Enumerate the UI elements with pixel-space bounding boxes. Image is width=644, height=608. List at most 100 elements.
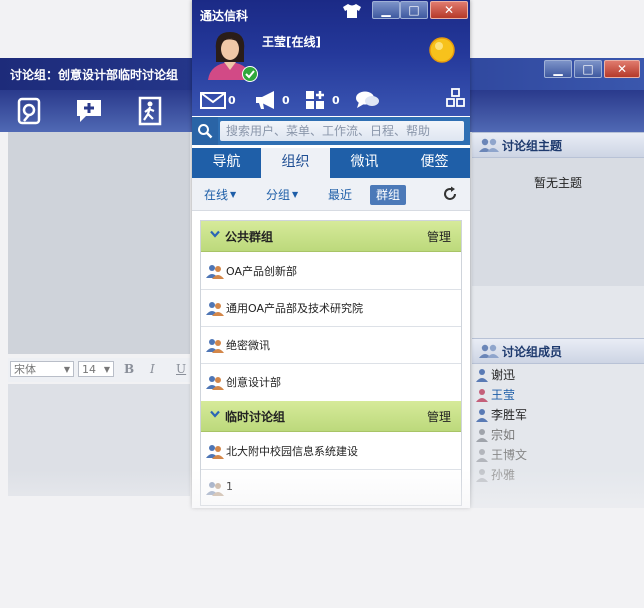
- close-button[interactable]: ✕: [604, 60, 640, 78]
- close-icon: ✕: [443, 3, 455, 17]
- tab-organization[interactable]: 组织: [261, 148, 330, 178]
- member-item[interactable]: 王莹: [476, 386, 515, 406]
- main-header: 通达信科 ▁ □ ✕ 王莹[在线] 0 0 0: [192, 0, 470, 116]
- offline-user-icon: [476, 449, 488, 462]
- search-input[interactable]: [220, 121, 464, 141]
- member-name: 宗如: [491, 428, 516, 442]
- subtab-group-chats[interactable]: 群组: [370, 185, 407, 205]
- tab-navigation[interactable]: 导航: [192, 148, 261, 178]
- group-icon: [206, 445, 224, 459]
- online-status-icon: [242, 66, 258, 82]
- list-item[interactable]: 绝密微讯: [201, 326, 461, 364]
- group-name: 绝密微讯: [226, 339, 270, 352]
- close-button[interactable]: ✕: [430, 1, 468, 19]
- group-icon: [206, 376, 224, 390]
- underline-button[interactable]: U: [176, 362, 186, 376]
- sun-weather-icon[interactable]: [428, 36, 456, 64]
- topic-header-title: 讨论组主题: [502, 139, 563, 153]
- member-item[interactable]: 李胜军: [476, 406, 527, 426]
- notice-stat[interactable]: 0: [254, 90, 290, 110]
- user-display-name[interactable]: 王莹[在线]: [262, 33, 321, 50]
- mail-stat[interactable]: 0: [200, 90, 236, 110]
- member-name: 孙雅: [491, 468, 516, 482]
- subtab-online[interactable]: 在线 ▼: [204, 185, 236, 205]
- group-list: 公共群组 管理 OA产品创新部 通用OA产品部及技术研究院 绝密微讯 创意设计部…: [200, 220, 462, 506]
- member-name: 李胜军: [491, 408, 528, 422]
- member-item[interactable]: 宗如: [476, 426, 515, 446]
- sub-tabs: 在线 ▼ 分组 ▼ 最近 群组: [192, 178, 470, 211]
- list-item[interactable]: 创意设计部: [201, 363, 461, 400]
- caret-down-icon: ▼: [292, 190, 299, 199]
- member-item[interactable]: 王博文: [476, 446, 527, 466]
- member-item[interactable]: 孙雅: [476, 466, 515, 486]
- member-item[interactable]: 谢迅: [476, 366, 515, 386]
- offline-user-icon: [476, 429, 488, 442]
- app-title: 通达信科: [200, 9, 249, 23]
- manage-button[interactable]: 管理: [427, 408, 451, 425]
- main-tabs: 导航 组织 微讯 便签: [192, 148, 470, 178]
- close-icon: ✕: [616, 62, 628, 76]
- discussion-window-title: 讨论组：创意设计部临时讨论组: [10, 68, 179, 82]
- subtab-online-label: 在线: [204, 188, 229, 202]
- maximize-icon: □: [582, 62, 594, 76]
- list-item[interactable]: 1: [201, 469, 461, 506]
- app-center-icon[interactable]: [446, 88, 466, 108]
- no-topic-text: 暂无主题: [533, 176, 582, 190]
- minimize-icon: ▁: [381, 3, 391, 17]
- manage-button[interactable]: 管理: [427, 228, 451, 245]
- chevron-down-icon: [210, 230, 220, 238]
- group-name: 创意设计部: [226, 376, 281, 389]
- font-family-select[interactable]: 宋体 ▼: [10, 361, 74, 377]
- message-input-area[interactable]: [8, 384, 190, 496]
- font-toolbar: 宋体 ▼ 14 ▼ B I U: [8, 358, 190, 382]
- user-icon: [476, 409, 488, 422]
- group-icon: [479, 344, 499, 358]
- search-icon: [198, 124, 213, 139]
- refresh-icon[interactable]: [442, 186, 458, 202]
- search-button[interactable]: [192, 117, 218, 145]
- public-groups-header[interactable]: 公共群组 管理: [201, 221, 461, 252]
- offline-user-icon: [476, 469, 488, 482]
- list-item[interactable]: OA产品创新部: [201, 252, 461, 290]
- minimize-button[interactable]: ▁: [372, 1, 400, 19]
- chevron-down-icon: ▼: [63, 365, 70, 374]
- italic-button[interactable]: I: [150, 362, 155, 376]
- maximize-button[interactable]: □: [574, 60, 602, 78]
- list-item[interactable]: 通用OA产品部及技术研究院: [201, 289, 461, 327]
- maximize-icon: □: [408, 3, 420, 17]
- group-icon: [206, 302, 224, 316]
- group-name: 北大附中校园信息系统建设: [226, 445, 358, 458]
- font-size-select[interactable]: 14 ▼: [78, 361, 114, 377]
- megaphone-icon: [256, 91, 274, 109]
- exit-icon[interactable]: [134, 96, 166, 126]
- add-chat-icon[interactable]: [74, 96, 106, 126]
- section-title: 公共群组: [225, 230, 274, 244]
- group-name: 1: [226, 480, 233, 493]
- chat-message-area[interactable]: [8, 132, 190, 354]
- record-icon[interactable]: [14, 96, 46, 126]
- notice-count: 0: [282, 93, 290, 107]
- group-icon: [479, 138, 499, 152]
- minimize-button[interactable]: ▁: [544, 60, 572, 78]
- tab-micro-message[interactable]: 微讯: [330, 148, 399, 178]
- members-header-title: 讨论组成员: [502, 345, 563, 359]
- maximize-button[interactable]: □: [400, 1, 428, 19]
- subtab-recent[interactable]: 最近: [328, 185, 352, 205]
- subtab-groups-label: 分组: [266, 188, 291, 202]
- list-item[interactable]: 北大附中校园信息系统建设: [201, 432, 461, 470]
- section-title: 临时讨论组: [225, 410, 286, 424]
- member-list: 谢迅 王莹 李胜军 宗如 王博文 孙雅: [472, 364, 644, 554]
- group-name: 通用OA产品部及技术研究院: [226, 302, 363, 315]
- tab-notes[interactable]: 便签: [399, 148, 470, 178]
- skin-icon[interactable]: [342, 3, 362, 19]
- apps-count: 0: [332, 93, 340, 107]
- chat-stat[interactable]: [354, 90, 380, 110]
- bold-button[interactable]: B: [124, 362, 134, 376]
- topic-body: 暂无主题: [472, 158, 644, 286]
- subtab-groups[interactable]: 分组 ▼: [266, 185, 298, 205]
- discussion-side-panel: 讨论组主题 暂无主题 讨论组成员 谢迅 王莹 李胜军 宗如 王博文 孙雅: [470, 132, 644, 508]
- topic-header: 讨论组主题: [472, 132, 644, 158]
- add-app-icon: [306, 91, 324, 109]
- apps-stat[interactable]: 0: [304, 90, 340, 110]
- temp-groups-header[interactable]: 临时讨论组 管理: [201, 401, 461, 432]
